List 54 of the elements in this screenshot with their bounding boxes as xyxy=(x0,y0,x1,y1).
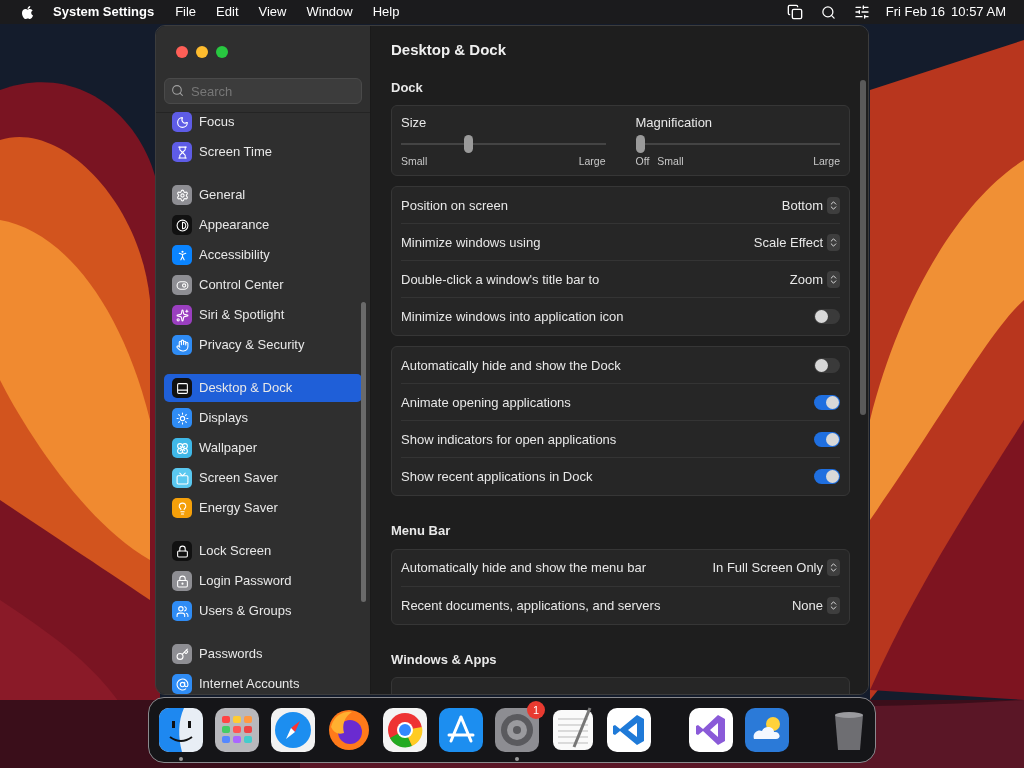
popup-button[interactable]: In Full Screen Only xyxy=(712,558,840,578)
menu-item[interactable]: Help xyxy=(372,2,400,22)
sidebar-item[interactable]: Screen Time xyxy=(164,138,362,166)
popup-button[interactable]: Zoom xyxy=(789,269,840,289)
sidebar-item[interactable]: Desktop & Dock xyxy=(164,374,362,402)
slider-mark: Small xyxy=(401,153,428,169)
setting-label: Double-click a window's title bar to xyxy=(401,270,600,289)
setting-label: Minimize windows into application icon xyxy=(401,308,624,326)
sidebar-item[interactable]: Lock Screen xyxy=(164,537,362,565)
sidebar-item[interactable]: Appearance xyxy=(164,211,362,239)
slider-mark: Off xyxy=(635,153,650,169)
setting-label: Show recent applications in Dock xyxy=(401,468,593,486)
slider-mark: Small xyxy=(657,153,684,169)
sidebar-item[interactable]: Login Password xyxy=(164,567,362,595)
sidebar-item[interactable]: Control Center xyxy=(164,271,362,299)
menu-item[interactable]: File xyxy=(175,2,197,22)
sidebar-item[interactable]: Siri & Spotlight xyxy=(164,301,362,329)
sidebar-item[interactable]: Users & Groups xyxy=(164,597,362,625)
sidebar-item[interactable]: Accessibility xyxy=(164,241,362,269)
section-heading: Menu Bar xyxy=(391,522,452,541)
notification-badge: 1 xyxy=(527,701,545,719)
section-heading: Dock xyxy=(391,78,424,97)
slider-label: Size xyxy=(401,114,428,132)
sidebar-item[interactable]: Energy Saver xyxy=(164,494,362,522)
sidebar-item[interactable]: Internet Accounts xyxy=(164,670,362,694)
slider-mark: Large xyxy=(578,153,606,169)
menu-item[interactable]: View xyxy=(258,2,287,22)
slider-label: Magnification xyxy=(635,114,714,132)
menu-item[interactable]: Window xyxy=(306,2,353,22)
menu-item[interactable]: Edit xyxy=(216,2,239,22)
sidebar-item[interactable]: Screen Saver xyxy=(164,464,362,492)
search-field[interactable]: Search xyxy=(164,78,362,104)
section-heading: Windows & Apps xyxy=(391,650,498,669)
setting-label: Animate opening applications xyxy=(401,393,571,412)
setting-label: Automatically hide and show the menu bar xyxy=(401,559,646,577)
app-menu[interactable]: System Settings xyxy=(53,2,155,22)
menu-bar-date[interactable]: Fri Feb 16 xyxy=(885,2,946,22)
menu-bar-time[interactable]: 10:57 AM xyxy=(951,2,1006,22)
sidebar-item[interactable]: Passwords xyxy=(164,640,362,668)
setting-label: Automatically hide and show the Dock xyxy=(401,356,621,375)
sidebar-item[interactable]: Focus xyxy=(164,108,362,136)
popup-button[interactable]: None xyxy=(791,595,840,615)
sidebar-item[interactable]: Wallpaper xyxy=(164,434,362,462)
setting-label: Position on screen xyxy=(401,196,508,215)
setting-label: Recent documents, applications, and servers xyxy=(401,596,661,615)
sidebar-item[interactable]: Displays xyxy=(164,404,362,432)
sidebar-item[interactable]: Privacy & Security xyxy=(164,331,362,359)
setting-label: Minimize windows using xyxy=(401,233,541,252)
popup-button[interactable]: Bottom xyxy=(781,195,840,215)
setting-label: Show indicators for open applications xyxy=(401,430,617,449)
page-title: Desktop & Dock xyxy=(391,40,508,60)
sidebar-item[interactable]: General xyxy=(164,181,362,209)
slider-mark: Large xyxy=(813,153,840,169)
popup-button[interactable]: Scale Effect xyxy=(753,232,840,252)
